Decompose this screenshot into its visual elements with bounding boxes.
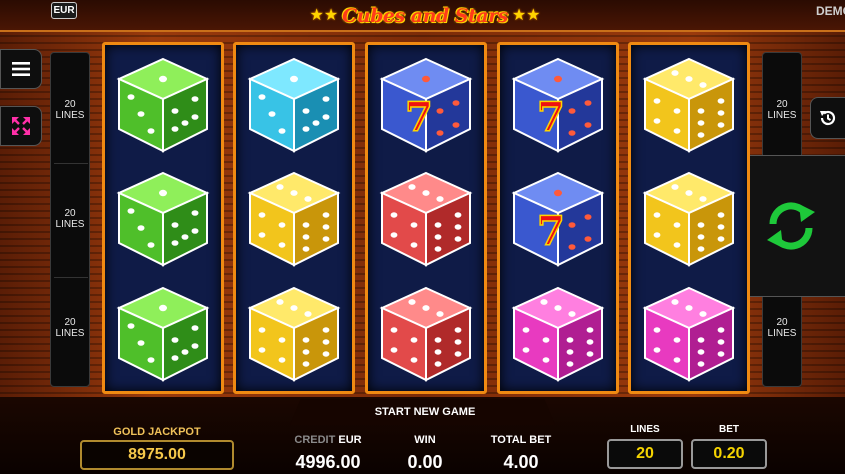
credit-label-text: CREDIT <box>294 434 336 446</box>
credit-currency: EUR <box>338 434 362 446</box>
spin-button[interactable] <box>735 155 845 297</box>
seven-dice-icon: 7 <box>511 57 605 153</box>
line-indicator-text: 20 LINES <box>55 99 85 121</box>
yellow-dice-icon <box>247 171 341 267</box>
game-logo: ★★ Cubes and Stars ★★ <box>285 2 565 30</box>
gold-jackpot-label: GOLD JACKPOT <box>113 426 201 438</box>
history-button[interactable] <box>810 97 845 139</box>
line-indicator: 20 LINES <box>763 317 801 339</box>
fullscreen-button[interactable] <box>0 106 42 146</box>
win-label: WIN <box>414 434 436 446</box>
currency-badge: EUR <box>51 2 77 19</box>
magenta-dice-icon <box>642 286 736 382</box>
reel-2 <box>233 42 355 394</box>
svg-text:7: 7 <box>537 208 565 255</box>
lines-selector[interactable]: 20 <box>607 439 683 469</box>
dice-symbol <box>635 51 743 159</box>
reel-1 <box>102 42 224 394</box>
green-dice-icon <box>116 57 210 153</box>
bet-selector[interactable]: 0.20 <box>691 439 767 469</box>
red-dice-icon <box>379 286 473 382</box>
dice-symbol <box>109 51 217 159</box>
svg-text:7: 7 <box>405 94 433 141</box>
magenta-dice-icon <box>511 286 605 382</box>
credit-label: CREDIT EUR <box>288 434 368 446</box>
menu-button[interactable] <box>0 49 42 89</box>
dice-symbol <box>504 280 612 388</box>
spin-arrows-icon <box>766 202 815 250</box>
bet-label: BET <box>719 424 739 435</box>
hamburger-icon <box>12 62 30 76</box>
history-icon <box>820 110 836 126</box>
stars-icon: ★★ <box>309 7 339 24</box>
dice-symbol <box>240 280 348 388</box>
top-bar: EUR ★★ Cubes and Stars ★★ DEMO <box>0 0 845 32</box>
lines-label: LINES <box>630 424 660 435</box>
dice-symbol <box>372 280 480 388</box>
gold-jackpot-value: 8975.00 <box>80 440 234 470</box>
yellow-dice-icon <box>642 171 736 267</box>
total-bet-value: 4.00 <box>503 452 539 472</box>
dice-symbol: 7 <box>372 51 480 159</box>
reel-5 <box>628 42 750 394</box>
red-dice-icon <box>379 171 473 267</box>
divider <box>54 277 88 278</box>
divider <box>54 163 88 164</box>
stars-icon: ★★ <box>511 7 541 24</box>
line-indicator-text: 20 LINES <box>767 99 797 121</box>
cyan-dice-icon <box>247 57 341 153</box>
dice-symbol: 7 <box>504 51 612 159</box>
reel-4: 7 7 <box>497 42 619 394</box>
line-indicator-text: 20 LINES <box>55 317 85 339</box>
line-indicator: 20 LINES <box>51 99 89 121</box>
fullscreen-arrows-icon <box>12 117 30 135</box>
total-bet-label: TOTAL BET <box>490 434 552 446</box>
dice-symbol <box>635 280 743 388</box>
reel-3: 7 <box>365 42 487 394</box>
line-indicator: 20 LINES <box>51 208 89 230</box>
svg-text:7: 7 <box>537 94 565 141</box>
yellow-dice-icon <box>642 57 736 153</box>
dice-symbol <box>109 165 217 273</box>
line-indicator-text: 20 LINES <box>55 208 85 230</box>
seven-dice-icon: 7 <box>511 171 605 267</box>
line-indicators-left: 20 LINES 20 LINES 20 LINES <box>50 52 90 387</box>
dice-symbol <box>109 280 217 388</box>
demo-label: DEMO <box>816 4 845 18</box>
logo-title: Cubes and Stars <box>342 5 508 27</box>
dice-symbol <box>240 165 348 273</box>
dice-symbol <box>240 51 348 159</box>
dice-symbol: 7 <box>504 165 612 273</box>
win-value: 0.00 <box>407 452 443 472</box>
dice-symbol <box>635 165 743 273</box>
green-dice-icon <box>116 171 210 267</box>
dice-symbol <box>372 165 480 273</box>
line-indicator-text: 20 LINES <box>767 317 797 339</box>
yellow-dice-icon <box>247 286 341 382</box>
green-dice-icon <box>116 286 210 382</box>
seven-dice-icon: 7 <box>379 57 473 153</box>
line-indicator: 20 LINES <box>763 99 801 121</box>
line-indicator: 20 LINES <box>51 317 89 339</box>
start-new-game-button[interactable]: START NEW GAME <box>340 406 510 418</box>
credit-value: 4996.00 <box>295 452 361 472</box>
